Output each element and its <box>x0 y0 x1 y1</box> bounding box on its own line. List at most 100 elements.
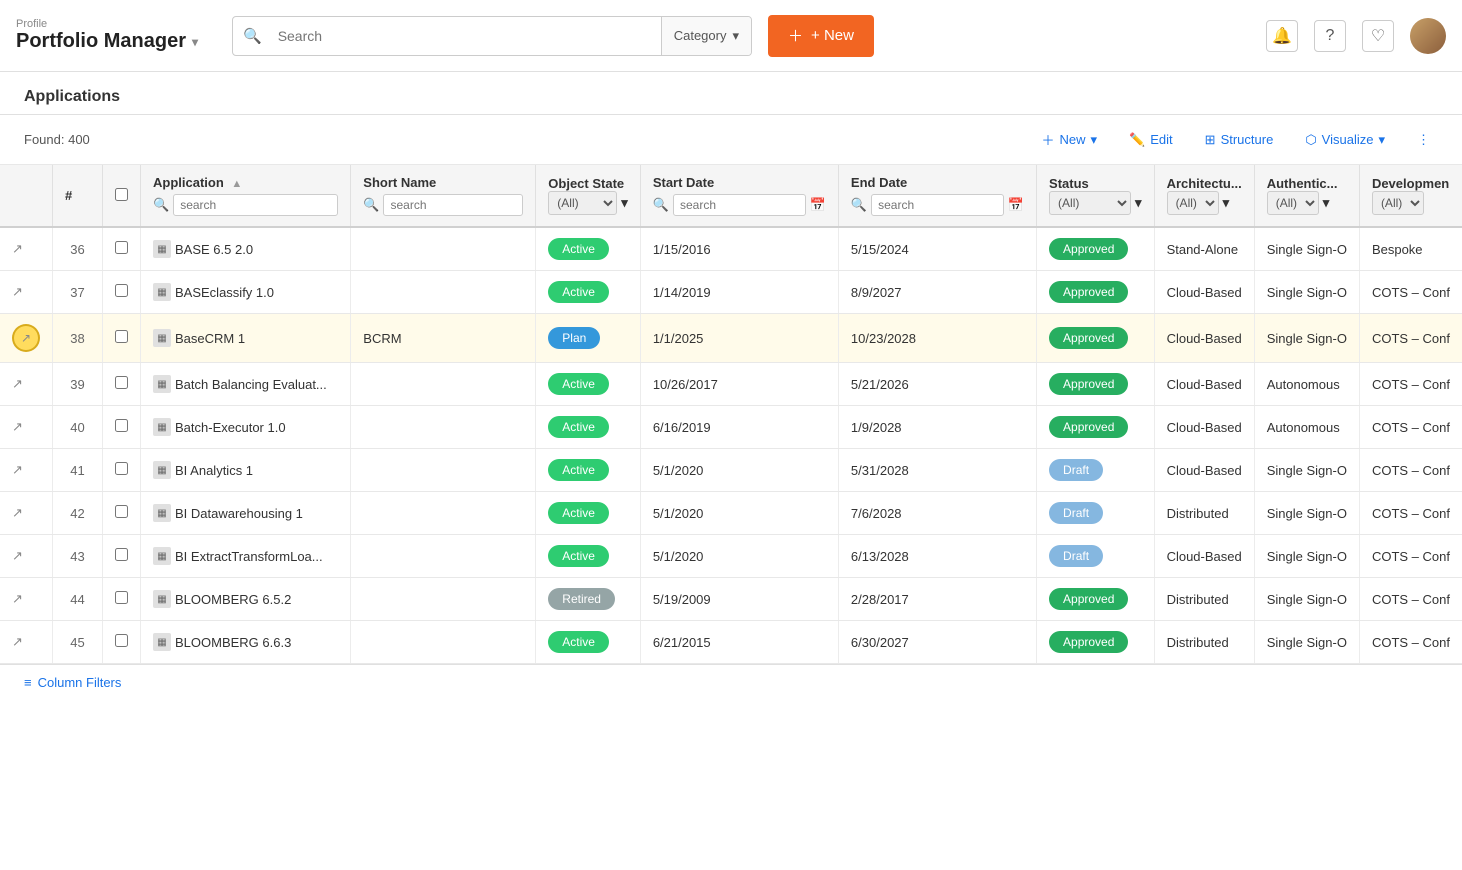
status-chevron-icon: ▾ <box>1135 195 1142 211</box>
row-checkbox-cell[interactable] <box>103 535 141 578</box>
row-expand[interactable]: ↗ <box>0 314 53 363</box>
row-checkbox-cell[interactable] <box>103 621 141 664</box>
row-checkbox[interactable] <box>115 591 128 604</box>
row-arrow-icon[interactable]: ↗ <box>12 548 23 563</box>
row-expand[interactable]: ↗ <box>0 621 53 664</box>
row-checkbox-cell[interactable] <box>103 406 141 449</box>
row-app-name[interactable]: ▦ BI ExtractTransformLoa... <box>141 535 351 578</box>
row-arrow-icon[interactable]: ↗ <box>12 505 23 520</box>
row-status: Approved <box>1037 578 1155 621</box>
row-expand[interactable]: ↗ <box>0 271 53 314</box>
col-header-end-date[interactable]: End Date 🔍 📅 <box>838 165 1036 227</box>
row-expand[interactable]: ↗ <box>0 406 53 449</box>
row-app-name[interactable]: ▦ BLOOMBERG 6.5.2 <box>141 578 351 621</box>
bookmark-icon[interactable]: ♡ <box>1362 20 1394 52</box>
row-checkbox[interactable] <box>115 634 128 647</box>
row-checkbox-cell[interactable] <box>103 271 141 314</box>
end-date-search-input[interactable] <box>871 194 1004 216</box>
dev-select[interactable]: (All) <box>1372 191 1424 215</box>
row-arrow-icon[interactable]: ↗ <box>12 591 23 606</box>
col-header-status[interactable]: Status (All) Approved Draft ▾ <box>1037 165 1155 227</box>
row-checkbox[interactable] <box>115 241 128 254</box>
col-header-checkbox[interactable] <box>103 165 141 227</box>
select-all-checkbox[interactable] <box>115 188 128 201</box>
col-header-application[interactable]: Application ▲ 🔍 <box>141 165 351 227</box>
category-dropdown[interactable]: Category ▾ <box>661 17 751 55</box>
row-architecture: Cloud-Based <box>1154 449 1254 492</box>
col-header-auth[interactable]: Authentic... (All) ▾ <box>1254 165 1359 227</box>
row-app-name[interactable]: ▦ Batch-Executor 1.0 <box>141 406 351 449</box>
toolbar-more-button[interactable]: ⋮ <box>1409 127 1438 153</box>
row-status: Approved <box>1037 314 1155 363</box>
table-row: ↗ 42 ▦ BI Datawarehousing 1 Active 5/1/2… <box>0 492 1462 535</box>
row-expand[interactable]: ↗ <box>0 227 53 271</box>
row-start-date: 1/1/2025 <box>640 314 838 363</box>
row-expand[interactable]: ↗ <box>0 449 53 492</box>
col-header-object-state[interactable]: Object State (All) Active Retired Plan ▾ <box>536 165 641 227</box>
row-expand[interactable]: ↗ <box>0 363 53 406</box>
row-checkbox-cell[interactable] <box>103 314 141 363</box>
col-header-start-date[interactable]: Start Date 🔍 📅 <box>640 165 838 227</box>
row-arrow-icon[interactable]: ↗ <box>12 462 23 477</box>
row-checkbox-cell[interactable] <box>103 492 141 535</box>
row-app-name[interactable]: ▦ BI Datawarehousing 1 <box>141 492 351 535</box>
row-app-name[interactable]: ▦ BASEclassify 1.0 <box>141 271 351 314</box>
row-architecture: Cloud-Based <box>1154 535 1254 578</box>
row-checkbox-cell[interactable] <box>103 227 141 271</box>
row-checkbox-cell[interactable] <box>103 449 141 492</box>
row-arrow-icon[interactable]: ↗ <box>12 419 23 434</box>
row-end-date: 5/31/2028 <box>838 449 1036 492</box>
status-select[interactable]: (All) Approved Draft <box>1049 191 1131 215</box>
column-filters-footer[interactable]: ≡ Column Filters <box>0 664 1462 700</box>
row-app-name[interactable]: ▦ BI Analytics 1 <box>141 449 351 492</box>
auth-select[interactable]: (All) <box>1267 191 1319 215</box>
end-date-search-icon: 🔍 <box>851 197 867 213</box>
row-arrow-icon[interactable]: ↗ <box>12 376 23 391</box>
shortname-search-input[interactable] <box>383 194 523 216</box>
notification-icon[interactable]: 🔔 <box>1266 20 1298 52</box>
row-checkbox-cell[interactable] <box>103 578 141 621</box>
row-arrow-icon[interactable]: ↗ <box>12 284 23 299</box>
start-date-search-icon: 🔍 <box>653 197 669 213</box>
row-app-name[interactable]: ▦ BASE 6.5 2.0 <box>141 227 351 271</box>
toolbar-visualize-button[interactable]: ⬡ Visualize ▾ <box>1297 127 1393 153</box>
col-header-dev[interactable]: Developmen (All) <box>1359 165 1462 227</box>
row-checkbox[interactable] <box>115 284 128 297</box>
object-state-badge: Active <box>548 459 609 481</box>
row-expand[interactable]: ↗ <box>0 535 53 578</box>
arch-select[interactable]: (All) <box>1167 191 1219 215</box>
row-app-name[interactable]: ▦ BLOOMBERG 6.6.3 <box>141 621 351 664</box>
col-header-shortname[interactable]: Short Name 🔍 <box>351 165 536 227</box>
app-search-input[interactable] <box>173 194 338 216</box>
row-checkbox[interactable] <box>115 505 128 518</box>
brand[interactable]: Profile Portfolio Manager ▾ <box>16 18 216 53</box>
help-icon[interactable]: ? <box>1314 20 1346 52</box>
row-expand[interactable]: ↗ <box>0 578 53 621</box>
user-avatar[interactable] <box>1410 18 1446 54</box>
start-date-search-input[interactable] <box>673 194 806 216</box>
row-short-name <box>351 271 536 314</box>
row-checkbox[interactable] <box>115 419 128 432</box>
toolbar-new-button[interactable]: ＋ New ▾ <box>1034 125 1106 154</box>
row-app-name[interactable]: ▦ BaseCRM 1 <box>141 314 351 363</box>
row-checkbox[interactable] <box>115 462 128 475</box>
search-input[interactable] <box>272 28 661 44</box>
row-object-state: Active <box>536 363 641 406</box>
toolbar-edit-button[interactable]: ✏️ Edit <box>1121 127 1181 153</box>
row-checkbox[interactable] <box>115 330 128 343</box>
row-architecture: Cloud-Based <box>1154 406 1254 449</box>
col-header-architecture[interactable]: Architectu... (All) ▾ <box>1154 165 1254 227</box>
table-row: ↗ 45 ▦ BLOOMBERG 6.6.3 Active 6/21/2015 … <box>0 621 1462 664</box>
row-arrow-icon[interactable]: ↗ <box>12 634 23 649</box>
row-object-state: Active <box>536 406 641 449</box>
row-checkbox-cell[interactable] <box>103 363 141 406</box>
row-expand[interactable]: ↗ <box>0 492 53 535</box>
object-state-select[interactable]: (All) Active Retired Plan <box>548 191 617 215</box>
row-arrow-icon[interactable]: ↗ <box>12 241 23 256</box>
object-state-badge: Active <box>548 502 609 524</box>
row-app-name[interactable]: ▦ Batch Balancing Evaluat... <box>141 363 351 406</box>
new-button[interactable]: ＋ + New <box>768 15 874 57</box>
toolbar-structure-button[interactable]: ⊞ Structure <box>1197 127 1282 153</box>
row-checkbox[interactable] <box>115 376 128 389</box>
row-checkbox[interactable] <box>115 548 128 561</box>
